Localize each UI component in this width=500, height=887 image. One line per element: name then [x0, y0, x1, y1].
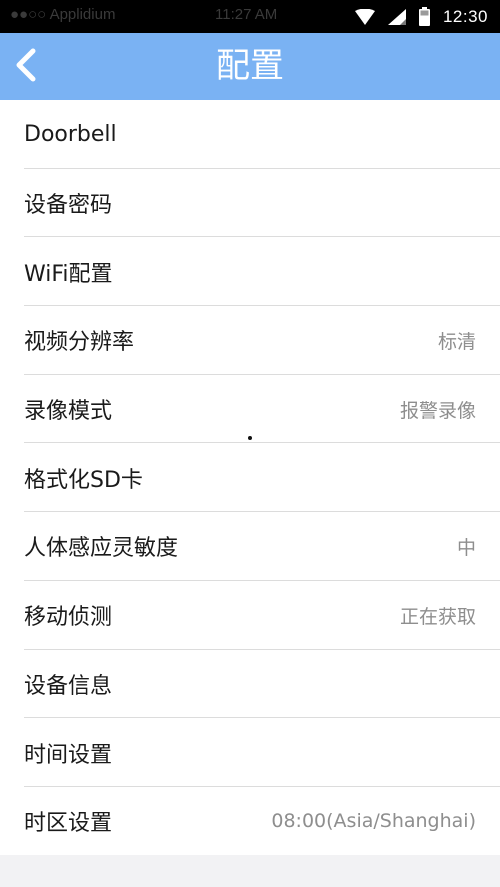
page-title: 配置	[216, 46, 284, 86]
status-bar: ●●○○ Applidium 11:27 AM 12:30	[0, 0, 500, 33]
item-label: 格式化SD卡	[24, 467, 143, 493]
item-label: 录像模式	[24, 399, 113, 425]
settings-item-wifi-config[interactable]: WiFi配置	[0, 237, 500, 306]
item-label: 时间设置	[24, 742, 113, 768]
app-header: 配置	[0, 33, 500, 100]
item-label: 人体感应灵敏度	[24, 536, 179, 562]
item-value: 标清	[437, 330, 476, 353]
wifi-icon	[354, 8, 375, 25]
item-label: 设备密码	[24, 193, 113, 219]
item-label: 设备信息	[24, 673, 113, 699]
item-label: WiFi配置	[24, 261, 113, 287]
stray-dot	[248, 436, 252, 440]
item-label: Doorbell	[24, 121, 117, 147]
settings-item-pir-sensitivity[interactable]: 人体感应灵敏度 中	[0, 512, 500, 581]
settings-item-timezone[interactable]: 时区设置 08:00(Asia/Shanghai)	[0, 787, 500, 856]
settings-item-record-mode[interactable]: 录像模式 报警录像	[0, 375, 500, 444]
item-value: 报警录像	[399, 399, 476, 422]
status-ghost-carrier: ●●○○ Applidium	[10, 6, 116, 23]
status-right-group: 12:30	[354, 0, 488, 33]
settings-item-device-password[interactable]: 设备密码	[0, 169, 500, 238]
status-time: 12:30	[442, 6, 488, 26]
item-label: 视频分辨率	[24, 330, 135, 356]
bottom-empty-area	[0, 855, 500, 887]
item-value: 中	[456, 536, 476, 559]
signal-icon	[387, 8, 406, 25]
settings-item-video-resolution[interactable]: 视频分辨率 标清	[0, 306, 500, 375]
settings-item-motion-detection[interactable]: 移动侦测 正在获取	[0, 581, 500, 650]
settings-item-device-info[interactable]: 设备信息	[0, 650, 500, 719]
item-value: 正在获取	[399, 605, 476, 628]
settings-item-doorbell[interactable]: Doorbell	[0, 100, 500, 169]
battery-icon	[418, 7, 430, 26]
item-value: 08:00(Asia/Shanghai)	[271, 810, 476, 833]
item-label: 时区设置	[24, 811, 113, 837]
settings-item-format-sd[interactable]: 格式化SD卡	[0, 443, 500, 512]
settings-item-time-settings[interactable]: 时间设置	[0, 718, 500, 787]
status-ghost-time: 11:27 AM	[215, 6, 278, 23]
settings-list: Doorbell 设备密码 WiFi配置 视频分辨率 标清 录像模式 报警录像 …	[0, 100, 500, 856]
item-label: 移动侦测	[24, 605, 113, 631]
app-screen: ●●○○ Applidium 11:27 AM 12:30 配置 Doorbel…	[0, 0, 500, 887]
